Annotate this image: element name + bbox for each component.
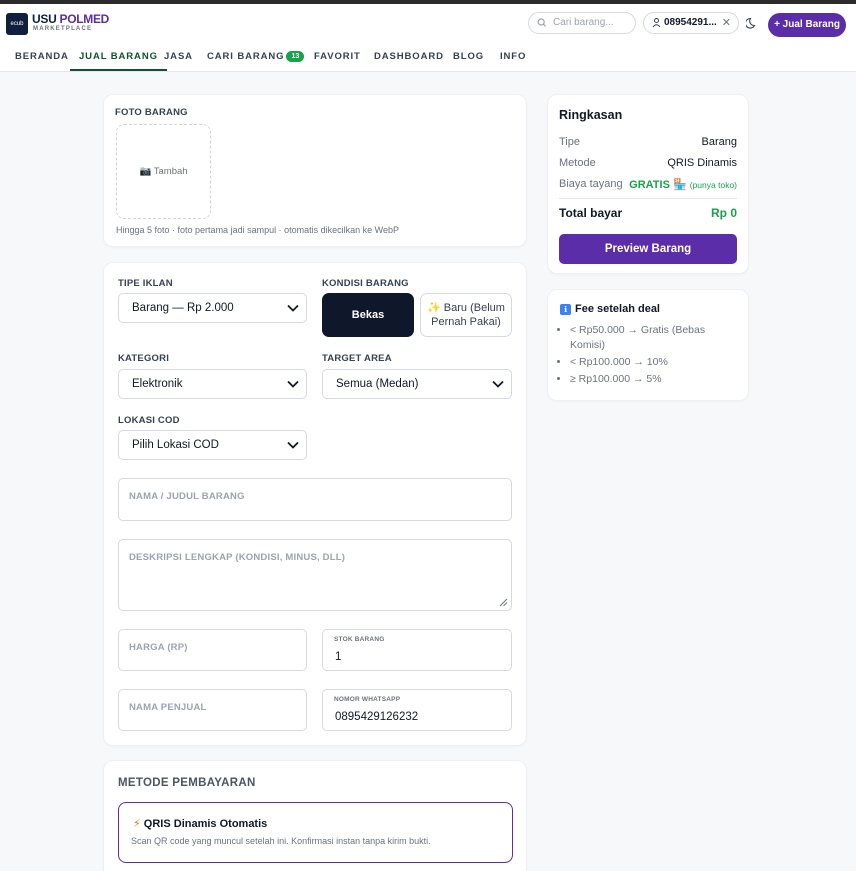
total-label: Total bayar	[559, 206, 623, 220]
stok-label: STOK BARANG	[334, 636, 385, 643]
deskripsi-placeholder: DESKRIPSI LENGKAP (KONDISI, MINUS, DLL)	[129, 552, 346, 563]
store-icon: 🏪	[672, 179, 687, 191]
stok-field[interactable]: STOK BARANG 1	[322, 629, 512, 671]
logo-icon[interactable]: ecub	[6, 13, 28, 35]
kondisi-label: KONDISI BARANG	[322, 278, 409, 289]
target-area-value: Semua (Medan)	[336, 378, 419, 390]
close-icon[interactable]: ✕	[722, 13, 731, 33]
count-badge: 13	[286, 51, 305, 62]
payment-title: METODE PEMBAYARAN	[118, 777, 256, 789]
nav-item-beranda[interactable]: BERANDA	[15, 44, 69, 71]
user-icon	[652, 13, 661, 40]
summary-metode-value: QRIS Dinamis	[667, 157, 737, 169]
logo-title-accent: POLMED	[59, 12, 110, 26]
penjual-placeholder: NAMA PENJUAL	[129, 702, 207, 713]
summary-tipe-label: Tipe	[559, 136, 580, 148]
search-icon	[537, 13, 547, 41]
list-item: ≥ Rp100.000 → 5%	[570, 372, 735, 387]
whatsapp-value: 0895429126232	[335, 711, 419, 723]
site-header: ecub USU POLMED MARKETPLACE Cari barang.…	[0, 4, 856, 44]
chevron-down-icon	[287, 380, 299, 388]
tipe-iklan-label: TIPE IKLAN	[118, 278, 173, 289]
kategori-select[interactable]: Elektronik	[118, 369, 307, 399]
judul-field[interactable]: NAMA / JUDUL BARANG	[118, 478, 512, 521]
kondisi-baru-button[interactable]: ✨ Baru (Belum Pernah Pakai)	[420, 293, 512, 337]
whatsapp-label: NOMOR WHATSAPP	[334, 696, 401, 703]
summary-tipe-value: Barang	[701, 136, 737, 148]
lokasi-cod-value: Pilih Lokasi COD	[132, 439, 219, 451]
fee-list: < Rp50.000 → Gratis (Bebas Komisi) < Rp1…	[570, 323, 735, 389]
sell-item-button[interactable]: + Jual Barang	[768, 13, 846, 37]
kondisi-bekas-button[interactable]: Bekas	[322, 293, 414, 337]
logo-title[interactable]: USU POLMED	[32, 12, 109, 26]
add-photo-button[interactable]: 📷 Tambah	[116, 124, 211, 219]
qris-description: Scan QR code yang muncul setelah ini. Ko…	[131, 836, 431, 846]
total-value: Rp 0	[710, 206, 737, 220]
summary-row-metode: Metode QRIS Dinamis	[559, 157, 737, 169]
tipe-iklan-value: Barang — Rp 2.000	[132, 302, 234, 314]
kategori-value: Elektronik	[132, 378, 183, 390]
search-placeholder: Cari barang...	[553, 17, 614, 28]
summary-row-biaya: Biaya tayang GRATIS 🏪 (punya toko)	[559, 178, 737, 191]
summary-row-total: Total bayar Rp 0	[559, 206, 737, 220]
summary-metode-label: Metode	[559, 157, 596, 169]
bolt-icon: ⚡	[133, 818, 141, 830]
logo-title-primary: USU	[32, 12, 57, 26]
tipe-iklan-select[interactable]: Barang — Rp 2.000	[118, 293, 307, 323]
lokasi-cod-select[interactable]: Pilih Lokasi COD	[118, 430, 307, 460]
logo-subtitle: MARKETPLACE	[33, 26, 93, 32]
resize-handle-icon[interactable]	[498, 597, 508, 607]
summary-row-tipe: Tipe Barang	[559, 136, 737, 148]
qris-title: ⚡ QRIS Dinamis Otomatis	[133, 817, 267, 830]
nav-item-info[interactable]: INFO	[500, 44, 526, 71]
summary-card: Ringkasan Tipe Barang Metode QRIS Dinami…	[547, 94, 749, 274]
nav-item-cari-barang[interactable]: CARI BARANG 13	[207, 44, 305, 71]
form-card: TIPE IKLAN Barang — Rp 2.000 KONDISI BAR…	[103, 262, 527, 746]
info-icon: ℹ	[560, 304, 571, 315]
target-area-select[interactable]: Semua (Medan)	[322, 369, 512, 399]
preview-button[interactable]: Preview Barang	[559, 234, 737, 264]
nav-item-jasa[interactable]: JASA	[164, 44, 193, 71]
search-input[interactable]: Cari barang...	[528, 12, 636, 34]
kategori-label: KATEGORI	[118, 353, 170, 364]
nav-item-dashboard[interactable]: DASHBOARD	[374, 44, 444, 71]
qris-title-text: QRIS Dinamis Otomatis	[143, 818, 268, 830]
judul-placeholder: NAMA / JUDUL BARANG	[129, 491, 245, 502]
lokasi-cod-label: LOKASI COD	[118, 415, 180, 426]
photo-card: FOTO BARANG 📷 Tambah Hingga 5 foto · fot…	[103, 94, 527, 247]
nav-item-favorit[interactable]: FAVORIT	[314, 44, 361, 71]
list-item: < Rp50.000 → Gratis (Bebas Komisi)	[570, 323, 735, 353]
main-nav: BERANDA JUAL BARANG JASA CARI BARANG 13 F…	[0, 44, 856, 72]
harga-placeholder: HARGA (RP)	[129, 642, 188, 653]
summary-title: Ringkasan	[559, 108, 623, 122]
penjual-field[interactable]: NAMA PENJUAL	[118, 689, 307, 731]
deskripsi-field[interactable]: DESKRIPSI LENGKAP (KONDISI, MINUS, DLL)	[118, 539, 512, 611]
stok-value: 1	[335, 651, 342, 663]
fee-title: ℹ Fee setelah deal	[560, 303, 660, 315]
gratis-text: GRATIS	[629, 179, 670, 191]
target-area-label: TARGET AREA	[322, 353, 392, 364]
moon-icon[interactable]	[744, 16, 758, 33]
gratis-note: (punya toko)	[689, 180, 737, 190]
summary-divider	[559, 198, 737, 199]
chevron-down-icon	[287, 304, 299, 312]
qris-option[interactable]: ⚡ QRIS Dinamis Otomatis Scan QR code yan…	[118, 802, 513, 863]
payment-card: METODE PEMBAYARAN ⚡ QRIS Dinamis Otomati…	[103, 760, 527, 871]
fee-info-card: ℹ Fee setelah deal < Rp50.000 → Gratis (B…	[547, 289, 749, 401]
photo-hint: Hingga 5 foto · foto pertama jadi sampul…	[116, 225, 399, 235]
nav-item-jual-barang[interactable]: JUAL BARANG	[70, 44, 167, 71]
photo-label: FOTO BARANG	[115, 107, 188, 118]
harga-field[interactable]: HARGA (RP)	[118, 629, 307, 671]
nav-item-cari-barang-label: CARI BARANG	[207, 51, 285, 62]
list-item: < Rp100.000 → 10%	[570, 355, 735, 370]
whatsapp-field[interactable]: NOMOR WHATSAPP 0895429126232	[322, 689, 512, 731]
user-phone-chip[interactable]: 08954291... ✕	[643, 12, 739, 34]
nav-item-blog[interactable]: BLOG	[453, 44, 484, 71]
user-phone: 08954291...	[664, 17, 717, 28]
chevron-down-icon	[492, 380, 504, 388]
summary-biaya-value: GRATIS 🏪 (punya toko)	[629, 178, 737, 191]
summary-biaya-label: Biaya tayang	[559, 178, 623, 190]
chevron-down-icon	[287, 441, 299, 449]
fee-title-text: Fee setelah deal	[575, 303, 660, 315]
